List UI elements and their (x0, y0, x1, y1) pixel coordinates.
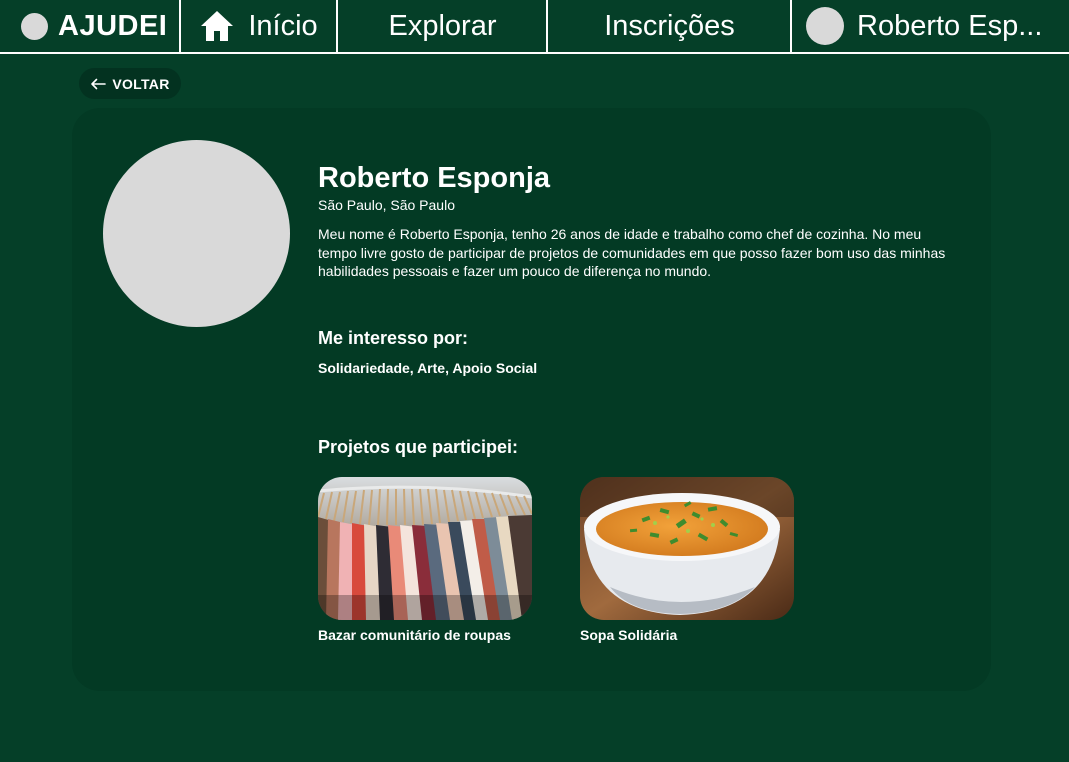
profile-location: São Paulo, São Paulo (318, 197, 455, 213)
nav-explore-label: Explorar (388, 9, 497, 42)
project-card-bazar[interactable]: Bazar comunitário de roupas (318, 477, 532, 643)
nav-inscricoes-link[interactable]: Inscrições (546, 0, 791, 52)
interests-heading: Me interesso por: (318, 328, 469, 348)
project-name-bazar: Bazar comunitário de roupas (318, 627, 511, 643)
back-button[interactable]: VOLTAR (79, 68, 181, 99)
interests-list: Solidariedade, Arte, Apoio Social (318, 360, 538, 376)
arrow-left-icon (91, 78, 107, 89)
back-button-label: VOLTAR (112, 75, 170, 92)
brand-name: AJUDEI (58, 9, 168, 42)
brand-logo[interactable]: AJUDEI (0, 0, 180, 52)
top-navigation-bar: AJUDEI Início Explorar Inscrições Robert… (0, 0, 1069, 54)
project-card-sopa[interactable]: Sopa Solidária (580, 477, 794, 643)
soup-bowl-photo-icon (580, 477, 794, 620)
brand-logo-icon (21, 12, 48, 40)
profile-name: Roberto Esponja (318, 162, 551, 194)
nav-explore-link[interactable]: Explorar (336, 0, 547, 52)
user-avatar (806, 7, 844, 45)
nav-inscricoes-label: Inscrições (604, 9, 735, 42)
profile-card: Roberto Esponja São Paulo, São Paulo Meu… (72, 108, 991, 691)
clothing-rack-photo-icon (318, 477, 532, 620)
nav-user-name: Roberto Esp... (857, 9, 1043, 42)
project-name-sopa: Sopa Solidária (580, 627, 678, 643)
nav-home-link[interactable]: Início (179, 0, 337, 52)
projects-heading: Projetos que participei: (318, 437, 519, 457)
profile-bio: Meu nome é Roberto Esponja, tenho 26 ano… (318, 226, 946, 279)
nav-home-label: Início (248, 9, 318, 42)
home-icon (201, 11, 234, 41)
nav-user-profile-link[interactable]: Roberto Esp... (790, 0, 1069, 52)
profile-avatar (103, 140, 290, 327)
